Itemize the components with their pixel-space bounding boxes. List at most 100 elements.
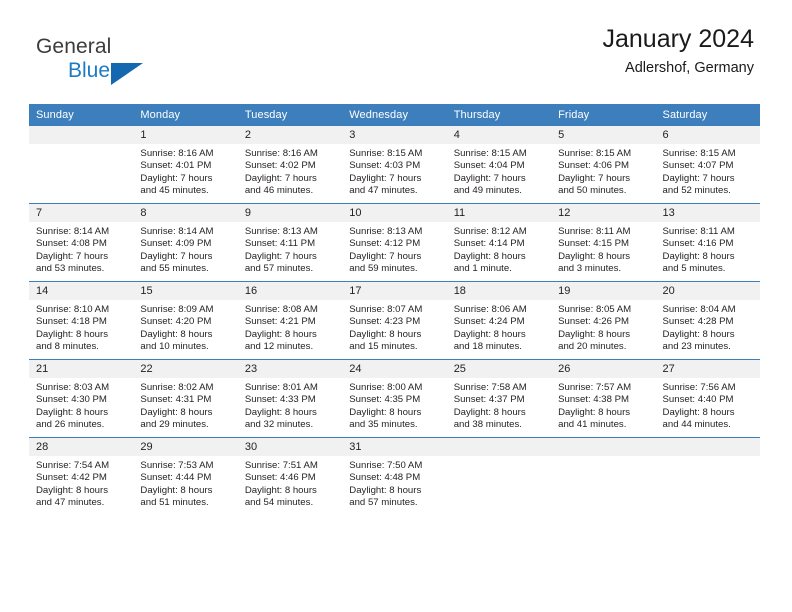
- calendar-day-cell-31[interactable]: 31 Sunrise: 7:50 AM Sunset: 4:48 PM Dayligh…: [342, 437, 447, 515]
- day-number: 9: [237, 204, 343, 222]
- day-detail-line: and 23 minutes.: [662, 340, 731, 352]
- day-number: 27: [655, 360, 760, 378]
- day-detail-line: Daylight: 8 hours: [244, 328, 317, 340]
- calendar-day-cell-25[interactable]: 25 Sunrise: 7:58 AM Sunset: 4:37 PM Dayligh…: [446, 359, 552, 438]
- day-detail-line: Sunset: 4:09 PM: [140, 238, 212, 250]
- calendar-day-cell-29[interactable]: 29 Sunrise: 7:53 AM Sunset: 4:44 PM Dayligh…: [133, 437, 238, 515]
- calendar-day-cell-21[interactable]: 21 Sunrise: 8:03 AM Sunset: 4:30 PM Dayligh…: [29, 359, 134, 438]
- calendar-day-cell-16[interactable]: 16 Sunrise: 8:08 AM Sunset: 4:21 PM Dayligh…: [237, 281, 343, 360]
- day-detail-line: Daylight: 8 hours: [244, 406, 317, 418]
- day-detail-line: and 41 minutes.: [558, 418, 627, 430]
- day-detail-line: and 47 minutes.: [36, 496, 105, 508]
- day-detail-line: Sunrise: 7:54 AM: [36, 460, 110, 471]
- day-detail-line: Sunrise: 7:58 AM: [453, 382, 527, 393]
- day-number: 6: [655, 126, 760, 144]
- day-detail-line: Sunset: 4:02 PM: [244, 160, 316, 172]
- calendar-day-cell-19[interactable]: 19 Sunrise: 8:05 AM Sunset: 4:26 PM Dayligh…: [551, 281, 656, 360]
- brand-name-blue: Blue: [68, 59, 111, 82]
- calendar-day-cell-empty: [655, 437, 760, 515]
- calendar-day-cell-3[interactable]: 3 Sunrise: 8:15 AM Sunset: 4:03 PM Daylight…: [342, 126, 447, 204]
- calendar-day-cell-18[interactable]: 18 Sunrise: 8:06 AM Sunset: 4:24 PM Dayligh…: [446, 281, 552, 360]
- day-detail-line: Daylight: 8 hours: [662, 250, 735, 262]
- day-detail-line: Sunrise: 8:03 AM: [36, 382, 110, 393]
- calendar-week-row: 14 Sunrise: 8:10 AM Sunset: 4:18 PM Dayligh…: [29, 281, 760, 360]
- day-detail-line: Sunrise: 7:51 AM: [244, 460, 318, 471]
- day-detail-line: Daylight: 7 hours: [36, 250, 108, 262]
- calendar-day-cell-13[interactable]: 13 Sunrise: 8:11 AM Sunset: 4:16 PM Dayligh…: [655, 203, 760, 282]
- day-detail-line: Sunset: 4:38 PM: [558, 394, 630, 406]
- day-number: 19: [551, 282, 656, 300]
- day-detail-line: Sunrise: 8:15 AM: [349, 148, 423, 159]
- day-detail-line: Sunrise: 8:14 AM: [140, 226, 214, 237]
- day-details: Sunrise: 8:04 AM Sunset: 4:28 PM Daylight:…: [656, 300, 760, 353]
- day-detail-line: and 35 minutes.: [349, 418, 418, 430]
- calendar-day-cell-20[interactable]: 20 Sunrise: 8:04 AM Sunset: 4:28 PM Dayligh…: [655, 281, 760, 360]
- calendar-day-cell-5[interactable]: 5 Sunrise: 8:15 AM Sunset: 4:06 PM Daylight…: [551, 126, 656, 204]
- calendar-day-cell-8[interactable]: 8 Sunrise: 8:14 AM Sunset: 4:09 PM Daylight…: [133, 203, 238, 282]
- day-detail-line: Daylight: 8 hours: [349, 328, 422, 340]
- day-detail-line: Sunset: 4:30 PM: [36, 394, 107, 406]
- calendar-day-cell-28[interactable]: 28 Sunrise: 7:54 AM Sunset: 4:42 PM Dayligh…: [29, 437, 134, 515]
- day-detail-line: Sunrise: 8:08 AM: [244, 304, 318, 315]
- day-detail-line: Sunrise: 8:02 AM: [140, 382, 214, 393]
- calendar-day-cell-9[interactable]: 9 Sunrise: 8:13 AM Sunset: 4:11 PM Daylight…: [237, 203, 343, 282]
- day-detail-line: Sunset: 4:07 PM: [662, 160, 734, 172]
- day-detail-line: Sunrise: 8:11 AM: [558, 226, 631, 237]
- day-detail-line: Sunset: 4:08 PM: [36, 238, 107, 250]
- calendar-day-cell-24[interactable]: 24 Sunrise: 8:00 AM Sunset: 4:35 PM Dayligh…: [342, 359, 447, 438]
- day-details: Sunrise: 7:56 AM Sunset: 4:40 PM Daylight:…: [656, 378, 760, 431]
- day-detail-line: and 18 minutes.: [453, 340, 522, 352]
- day-detail-line: Sunrise: 7:53 AM: [140, 460, 214, 471]
- day-number: 29: [133, 438, 238, 456]
- calendar-day-cell-30[interactable]: 30 Sunrise: 7:51 AM Sunset: 4:46 PM Dayligh…: [237, 437, 343, 515]
- day-detail-line: Sunrise: 7:57 AM: [558, 382, 632, 393]
- day-detail-line: Sunset: 4:04 PM: [453, 160, 525, 172]
- day-number: 30: [237, 438, 343, 456]
- day-detail-line: and 46 minutes.: [244, 184, 314, 196]
- day-detail-line: Daylight: 8 hours: [140, 328, 213, 340]
- day-detail-line: Sunset: 4:15 PM: [558, 238, 630, 250]
- calendar-day-cell-23[interactable]: 23 Sunrise: 8:01 AM Sunset: 4:33 PM Dayligh…: [237, 359, 343, 438]
- calendar-day-cell-empty: [551, 437, 656, 515]
- day-detail-line: Sunset: 4:12 PM: [349, 238, 421, 250]
- calendar-day-cell-26[interactable]: 26 Sunrise: 7:57 AM Sunset: 4:38 PM Dayligh…: [551, 359, 656, 438]
- calendar-day-cell-15[interactable]: 15 Sunrise: 8:09 AM Sunset: 4:20 PM Dayligh…: [133, 281, 238, 360]
- day-detail-line: Daylight: 8 hours: [36, 328, 108, 340]
- calendar-day-cell-22[interactable]: 22 Sunrise: 8:02 AM Sunset: 4:31 PM Dayligh…: [133, 359, 238, 438]
- calendar-day-cell-4[interactable]: 4 Sunrise: 8:15 AM Sunset: 4:04 PM Daylight…: [446, 126, 552, 204]
- day-detail-line: Sunrise: 8:12 AM: [453, 226, 527, 237]
- day-number: 31: [342, 438, 447, 456]
- weekday-header-friday: Friday: [551, 104, 656, 126]
- day-details: Sunrise: 7:54 AM Sunset: 4:42 PM Daylight:…: [29, 456, 133, 509]
- day-detail-line: Daylight: 8 hours: [558, 406, 631, 418]
- day-number: 14: [29, 282, 134, 300]
- day-number: 15: [133, 282, 238, 300]
- calendar-day-cell-14[interactable]: 14 Sunrise: 8:10 AM Sunset: 4:18 PM Dayligh…: [29, 281, 134, 360]
- calendar-day-cell-12[interactable]: 12 Sunrise: 8:11 AM Sunset: 4:15 PM Dayligh…: [551, 203, 656, 282]
- calendar-day-cell-7[interactable]: 7 Sunrise: 8:14 AM Sunset: 4:08 PM Daylight…: [29, 203, 134, 282]
- day-detail-line: Sunset: 4:20 PM: [140, 316, 212, 328]
- day-detail-line: Sunrise: 8:14 AM: [36, 226, 110, 237]
- calendar-day-cell-27[interactable]: 27 Sunrise: 7:56 AM Sunset: 4:40 PM Dayligh…: [655, 359, 760, 438]
- general-blue-logo[interactable]: General Blue: [36, 36, 144, 85]
- day-detail-line: Daylight: 8 hours: [662, 406, 735, 418]
- day-detail-line: Daylight: 8 hours: [36, 484, 108, 496]
- calendar-day-cell-11[interactable]: 11 Sunrise: 8:12 AM Sunset: 4:14 PM Dayligh…: [446, 203, 552, 282]
- calendar-day-cell-17[interactable]: 17 Sunrise: 8:07 AM Sunset: 4:23 PM Dayligh…: [342, 281, 447, 360]
- day-detail-line: Sunset: 4:42 PM: [36, 472, 107, 484]
- calendar-day-cell-2[interactable]: 2 Sunrise: 8:16 AM Sunset: 4:02 PM Daylight…: [237, 126, 343, 204]
- calendar-day-cell-1[interactable]: 1 Sunrise: 8:16 AM Sunset: 4:01 PM Daylight…: [133, 126, 238, 204]
- brand-triangle-icon: [111, 63, 144, 85]
- calendar-table: Sunday Monday Tuesday Wednesday Thursday Frid…: [29, 104, 760, 515]
- weekday-header-saturday: Saturday: [655, 104, 760, 126]
- calendar-day-cell-10[interactable]: 10 Sunrise: 8:13 AM Sunset: 4:12 PM Dayligh…: [342, 203, 447, 282]
- day-detail-line: and 15 minutes.: [349, 340, 418, 352]
- day-detail-line: Sunset: 4:46 PM: [244, 472, 316, 484]
- day-detail-line: Sunset: 4:40 PM: [662, 394, 734, 406]
- day-details: Sunrise: 8:11 AM Sunset: 4:15 PM Daylight:…: [551, 222, 655, 275]
- day-details: Sunrise: 8:11 AM Sunset: 4:16 PM Daylight:…: [656, 222, 760, 275]
- calendar-container: Sunday Monday Tuesday Wednesday Thursday Frid…: [29, 104, 760, 515]
- calendar-day-cell-6[interactable]: 6 Sunrise: 8:15 AM Sunset: 4:07 PM Daylight…: [655, 126, 760, 204]
- day-details: Sunrise: 8:10 AM Sunset: 4:18 PM Daylight:…: [29, 300, 133, 353]
- day-detail-line: Sunrise: 8:06 AM: [453, 304, 527, 315]
